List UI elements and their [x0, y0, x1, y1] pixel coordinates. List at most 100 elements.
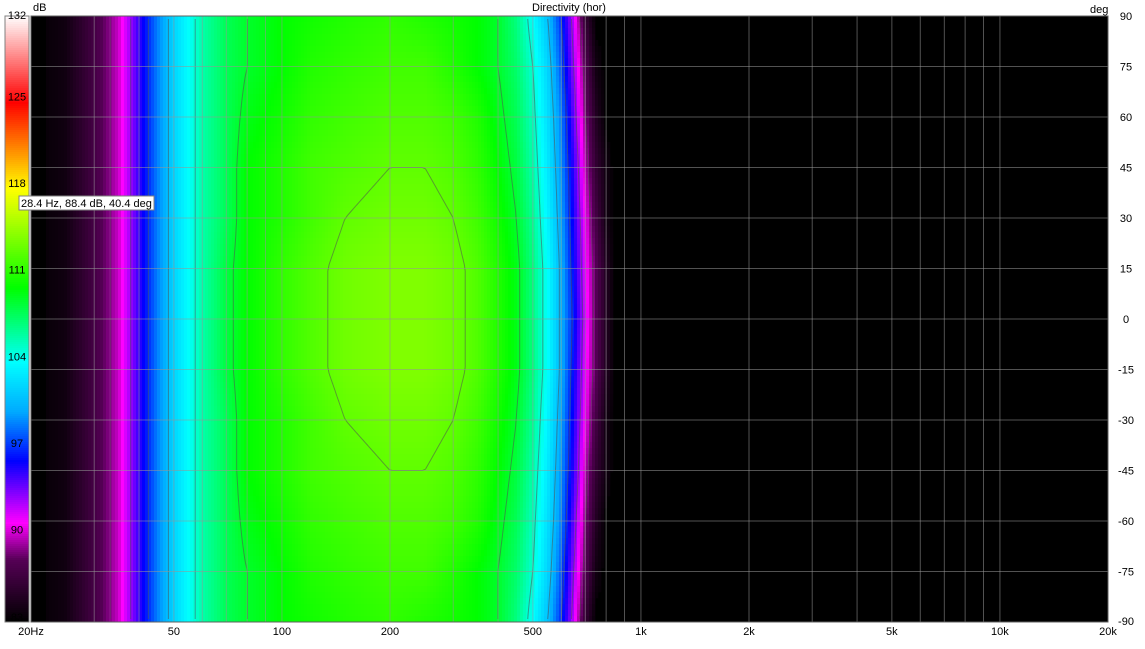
heatmap-cell [523, 40, 527, 47]
heatmap-cell [304, 94, 308, 101]
heatmap-cell [82, 34, 86, 41]
heatmap-cell [430, 64, 434, 71]
heatmap-cell [520, 142, 524, 149]
heatmap-cell [487, 58, 491, 65]
heatmap-cell [340, 130, 344, 137]
heatmap-cell [262, 136, 266, 143]
heatmap-cell [526, 130, 530, 137]
heatmap-cell [589, 154, 593, 161]
heatmap-cell [322, 88, 326, 95]
heatmap-cell [481, 124, 485, 131]
heatmap-cell [208, 58, 212, 65]
heatmap-cell [547, 94, 551, 101]
heatmap-cell [430, 58, 434, 65]
heatmap-cell [556, 166, 560, 173]
heatmap-cell [193, 166, 197, 173]
heatmap-cell [502, 76, 506, 83]
heatmap-cell [262, 82, 266, 89]
heatmap-cell [364, 28, 368, 35]
heatmap-cell [424, 58, 428, 65]
heatmap-cell [223, 94, 227, 101]
heatmap-cell [601, 166, 605, 173]
heatmap-cell [217, 34, 221, 41]
heatmap-cell [352, 40, 356, 47]
heatmap-cell [361, 70, 365, 77]
heatmap-cell [526, 64, 530, 71]
heatmap-cell [253, 76, 257, 83]
heatmap-cell [493, 76, 497, 83]
heatmap-cell [514, 172, 518, 179]
heatmap-cell [595, 46, 599, 53]
heatmap-cell [154, 130, 158, 137]
heatmap-cell [559, 64, 563, 71]
heatmap-cell [121, 64, 125, 71]
heatmap-cell [229, 58, 233, 65]
heatmap-cell [217, 148, 221, 155]
heatmap-cell [463, 172, 467, 179]
heatmap-cell [286, 82, 290, 89]
heatmap-cell [427, 106, 431, 113]
heatmap-cell [313, 28, 317, 35]
heatmap-cell [508, 52, 512, 59]
heatmap-cell [253, 130, 257, 137]
heatmap-cell [79, 124, 83, 131]
heatmap-cell [46, 136, 50, 143]
heatmap-cell [70, 88, 74, 95]
heatmap-cell [304, 22, 308, 29]
heatmap-cell [100, 64, 104, 71]
heatmap-cell [454, 118, 458, 125]
heatmap-cell [70, 76, 74, 83]
heatmap-cell [577, 82, 581, 89]
heatmap-cell [487, 106, 491, 113]
heatmap-cell [430, 160, 434, 167]
heatmap-cell [346, 64, 350, 71]
heatmap-cell [418, 166, 422, 173]
heatmap-cell [79, 22, 83, 29]
heatmap-cell [298, 124, 302, 131]
heatmap-cell [73, 160, 77, 167]
heatmap-cell [286, 160, 290, 167]
heatmap-cell [232, 88, 236, 95]
heatmap-cell [472, 88, 476, 95]
heatmap-cell [217, 160, 221, 167]
heatmap-cell [232, 136, 236, 143]
heatmap-cell [178, 118, 182, 125]
heatmap-cell [241, 52, 245, 59]
heatmap-cell [85, 124, 89, 131]
heatmap-cell [274, 148, 278, 155]
heatmap-cell [433, 148, 437, 155]
heatmap-cell [514, 46, 518, 53]
heatmap-cell [418, 58, 422, 65]
heatmap-cell [253, 148, 257, 155]
heatmap-cell [190, 70, 194, 77]
heatmap-cell [592, 70, 596, 77]
heatmap-cell [277, 124, 281, 131]
heatmap-cell [511, 106, 515, 113]
heatmap-cell [178, 154, 182, 161]
heatmap-cell [361, 76, 365, 83]
heatmap-cell [589, 166, 593, 173]
heatmap-cell [169, 58, 173, 65]
heatmap-cell [379, 58, 383, 65]
heatmap-cell [232, 166, 236, 173]
heatmap-cell [544, 100, 548, 107]
heatmap-cell [208, 142, 212, 149]
heatmap-cell [223, 40, 227, 47]
heatmap-cell [301, 160, 305, 167]
heatmap-cell [133, 22, 137, 29]
heatmap-cell [598, 142, 602, 149]
heatmap-cell [409, 76, 413, 83]
heatmap-cell [361, 160, 365, 167]
heatmap-cell [253, 166, 257, 173]
heatmap-cell [286, 22, 290, 29]
heatmap-cell [370, 22, 374, 29]
heatmap-cell [439, 64, 443, 71]
heatmap-cell [163, 46, 167, 53]
heatmap-cell [328, 124, 332, 131]
heatmap-cell [430, 166, 434, 173]
heatmap-cell [187, 166, 191, 173]
heatmap-cell [469, 106, 473, 113]
heatmap-cell [412, 70, 416, 77]
heatmap-cell [565, 22, 569, 29]
heatmap-cell [376, 154, 380, 161]
